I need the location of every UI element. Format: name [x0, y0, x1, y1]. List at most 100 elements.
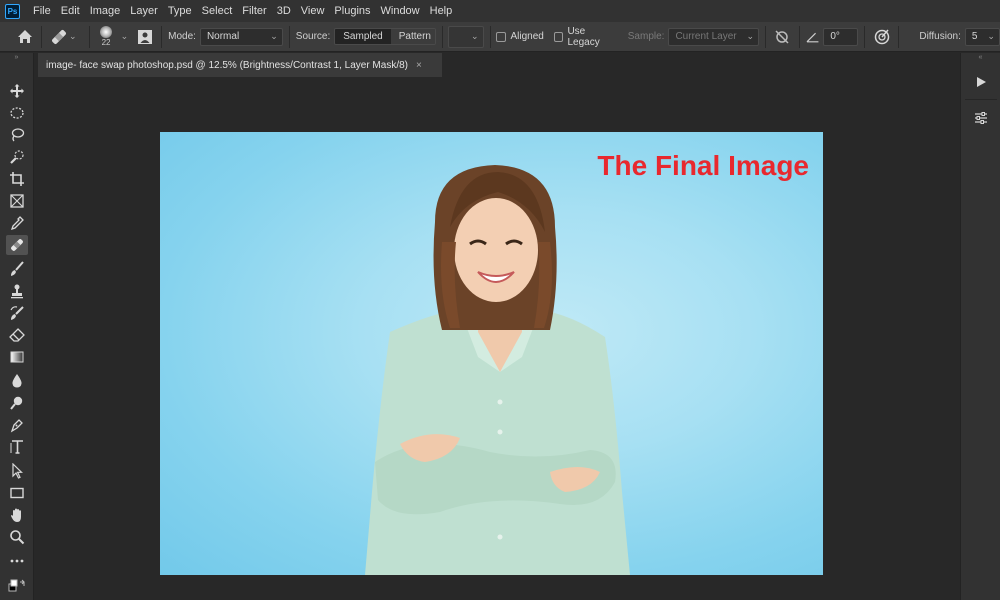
tool-eyedropper[interactable]	[6, 213, 28, 233]
tool-gradient[interactable]	[6, 347, 28, 367]
brush-size: 22	[101, 38, 111, 47]
photoshop-logo-icon: Ps	[5, 3, 20, 19]
tool-preset-button[interactable]	[48, 26, 69, 48]
menu-help[interactable]: Help	[425, 0, 458, 22]
actions-panel-button[interactable]	[968, 71, 994, 93]
tool-quick-selection[interactable]	[6, 147, 28, 167]
ignore-adjustment-layers-button[interactable]	[772, 26, 793, 48]
menu-type[interactable]: Type	[163, 0, 197, 22]
menu-3d[interactable]: 3D	[272, 0, 296, 22]
tool-zoom[interactable]	[6, 527, 28, 547]
aligned-checkbox[interactable]: Aligned	[496, 31, 544, 42]
separator	[489, 25, 491, 48]
ellipsis-icon	[10, 559, 24, 563]
tool-pen[interactable]	[6, 415, 28, 435]
source-sampled-button[interactable]: Sampled	[335, 29, 391, 44]
tool-dodge[interactable]	[6, 393, 28, 413]
play-icon	[977, 77, 986, 87]
tool-elliptical-marquee[interactable]	[6, 103, 28, 123]
mode-value: Normal	[206, 31, 240, 42]
use-legacy-checkbox[interactable]: Use Legacy	[553, 25, 618, 48]
source-label: Source:	[295, 31, 331, 42]
document-tab-title: image- face swap photoshop.psd @ 12.5% (…	[46, 59, 408, 71]
separator	[288, 25, 290, 48]
clone-source-icon	[137, 29, 152, 44]
menu-plugins[interactable]: Plugins	[329, 0, 375, 22]
angle-input[interactable]: 0°	[823, 27, 859, 46]
tool-preset-chevron-icon[interactable]: ⌄	[69, 31, 77, 42]
menu-bar: Ps File Edit Image Layer Type Select Fil…	[0, 0, 1000, 22]
tool-move[interactable]	[6, 81, 28, 101]
pattern-picker[interactable]: ⌄	[448, 25, 484, 48]
aligned-checkbox-box	[496, 31, 507, 42]
ignore-adjustment-icon	[775, 29, 789, 44]
rectangle-icon	[10, 487, 24, 499]
tool-lasso[interactable]	[6, 125, 28, 145]
collapse-panels-icon[interactable]: «	[961, 53, 1000, 63]
document-tab[interactable]: image- face swap photoshop.psd @ 12.5% (…	[38, 53, 442, 77]
diffusion-label: Diffusion:	[919, 31, 961, 42]
separator	[161, 25, 163, 48]
menu-filter[interactable]: Filter	[237, 0, 271, 22]
menu-image[interactable]: Image	[85, 0, 126, 22]
eyedropper-icon	[10, 216, 24, 231]
tool-crop[interactable]	[6, 169, 28, 189]
sample-dropdown[interactable]: Current Layer ⌄	[668, 27, 759, 46]
bandage-icon	[51, 29, 66, 44]
image-overlay-title: The Final Image	[597, 150, 809, 181]
tool-path-selection[interactable]	[6, 461, 28, 481]
pressure-size-button[interactable]	[871, 26, 892, 48]
menu-window[interactable]: Window	[376, 0, 425, 22]
diffusion-dropdown[interactable]: 5 ⌄	[964, 27, 1000, 46]
menu-view[interactable]: View	[296, 0, 330, 22]
tool-hand[interactable]	[6, 505, 28, 525]
menu-file[interactable]: File	[28, 0, 56, 22]
tool-eraser[interactable]	[6, 325, 28, 345]
angle-icon	[806, 32, 819, 42]
separator	[441, 25, 443, 48]
tool-frame[interactable]	[6, 191, 28, 211]
history-brush-icon	[10, 306, 24, 320]
menu-select[interactable]: Select	[197, 0, 238, 22]
panel-divider	[965, 99, 997, 100]
tool-rectangle[interactable]	[6, 483, 28, 503]
clone-source-panel-button[interactable]	[134, 26, 155, 48]
menu-edit[interactable]: Edit	[56, 0, 85, 22]
options-bar: ⌄ 22 ⌄ Mode: Normal ⌄ Source: Sampled Pa…	[0, 22, 1000, 52]
marquee-icon	[10, 107, 24, 119]
menu-layer[interactable]: Layer	[125, 0, 163, 22]
tool-history-brush[interactable]	[6, 303, 28, 323]
collapse-toolbar-icon[interactable]: »	[0, 53, 33, 63]
canvas-area[interactable]: The Final Image	[34, 77, 960, 600]
tool-brush[interactable]	[6, 259, 28, 279]
home-icon	[17, 30, 32, 43]
source-toggle: Sampled Pattern	[334, 28, 436, 45]
adjustments-panel-button[interactable]	[968, 107, 994, 129]
tool-spot-healing-brush[interactable]	[6, 235, 28, 255]
eraser-icon	[9, 328, 25, 342]
document-tabs: image- face swap photoshop.psd @ 12.5% (…	[34, 53, 960, 77]
use-legacy-label: Use Legacy	[567, 25, 600, 48]
tool-more[interactable]	[6, 551, 28, 571]
canvas-image[interactable]: The Final Image	[160, 132, 823, 575]
pen-icon	[10, 419, 23, 433]
brush-picker-chevron-icon[interactable]: ⌄	[121, 31, 129, 42]
right-panel-dock: «	[960, 53, 1000, 600]
source-pattern-button[interactable]: Pattern	[390, 29, 435, 44]
tools-panel: »	[0, 53, 34, 600]
swatches-icon	[8, 579, 25, 592]
pressure-icon	[874, 29, 890, 44]
sample-value: Current Layer	[675, 31, 737, 42]
color-swatches[interactable]	[6, 577, 28, 595]
mode-dropdown[interactable]: Normal ⌄	[199, 27, 283, 46]
move-icon	[10, 84, 24, 98]
tool-blur[interactable]	[6, 371, 28, 391]
drop-icon	[12, 374, 22, 388]
home-button[interactable]	[14, 26, 35, 48]
tool-type[interactable]	[6, 437, 28, 457]
aligned-label: Aligned	[510, 31, 544, 42]
brush-picker[interactable]: 22	[96, 26, 117, 47]
tool-clone-stamp[interactable]	[6, 281, 28, 301]
close-icon[interactable]: ×	[416, 60, 422, 71]
chevron-down-icon: ⌄	[470, 30, 479, 41]
